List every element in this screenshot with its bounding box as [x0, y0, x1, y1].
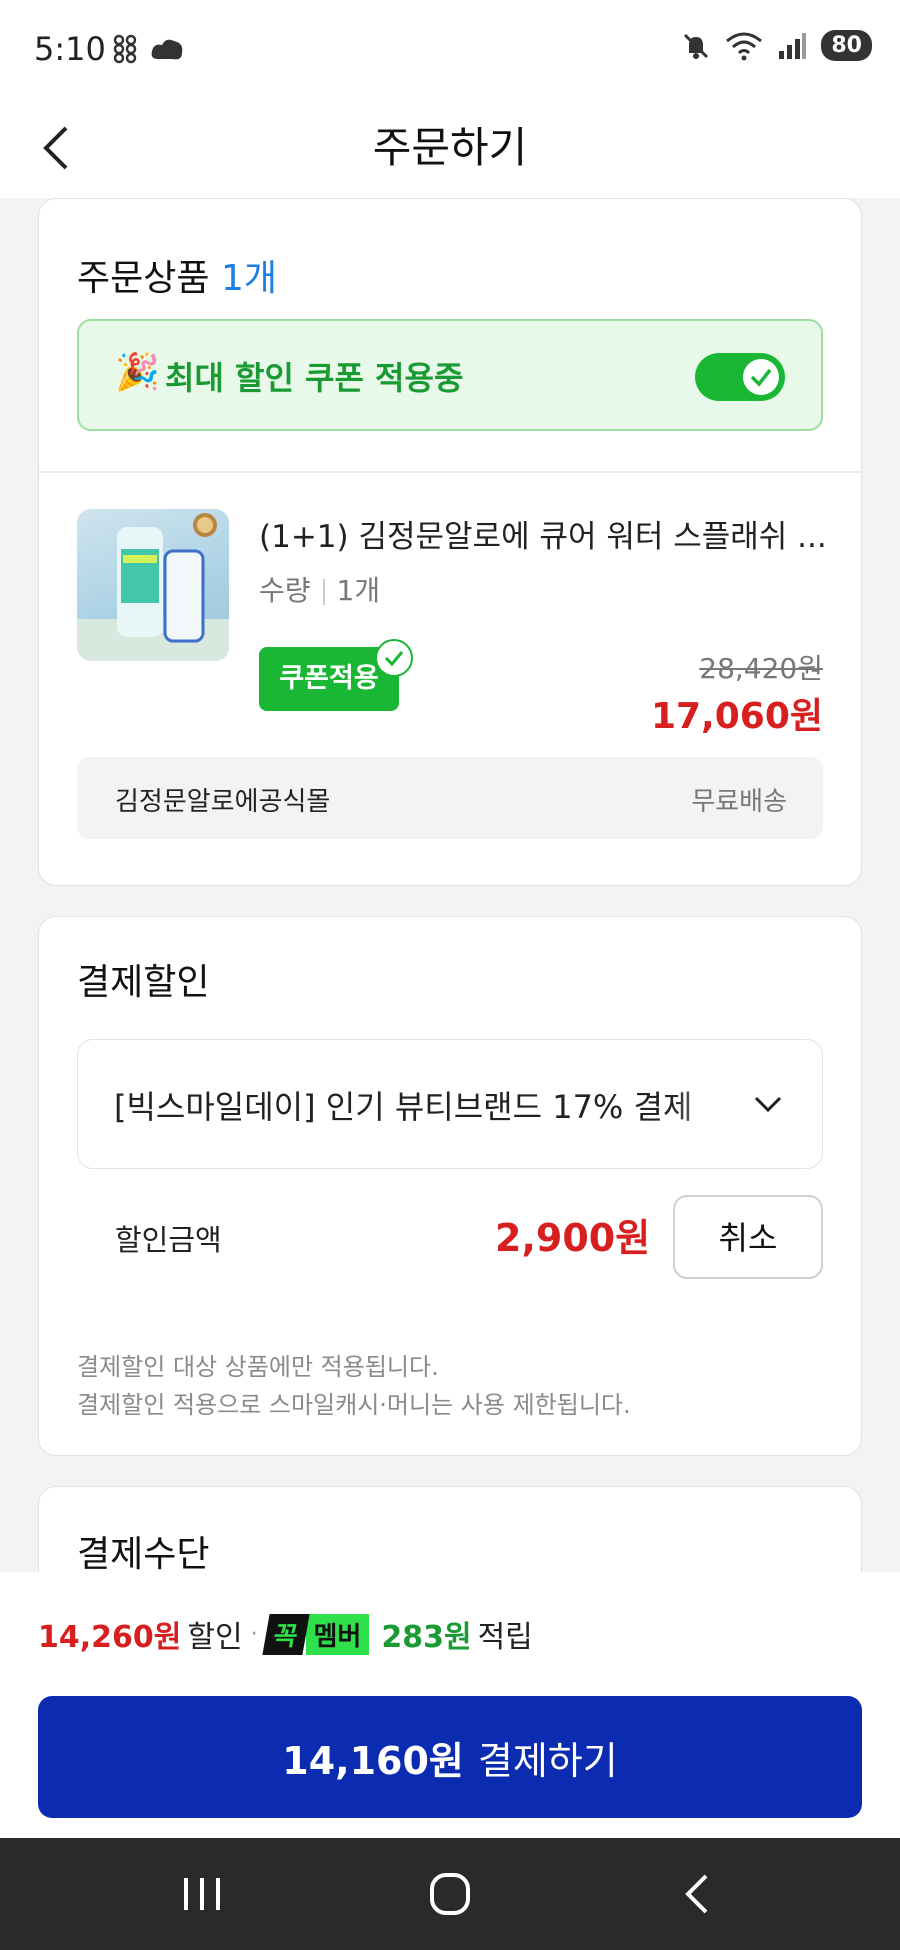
shipping-info: 무료배송: [691, 787, 787, 817]
payment-discount-card: 결제할인 [빅스마일데이] 인기 뷰티브랜드 17% 결제 할인금액 2,900…: [38, 916, 862, 1456]
product-image: [77, 513, 229, 661]
page-title: 주문하기: [372, 123, 528, 172]
status-bar: 5:10 80: [0, 0, 900, 100]
discount-title: 결제할인: [77, 962, 210, 1003]
order-count: 1개: [220, 258, 277, 299]
seller-row: 김정문알로에공식몰 무료배송: [77, 757, 823, 839]
divider: [39, 471, 861, 473]
select-fade: [672, 1040, 752, 1168]
reward-points: 283원: [381, 1620, 472, 1655]
sale-price: 17,060원: [650, 696, 823, 737]
toggle-knob: [743, 359, 779, 395]
points-word: 적립: [477, 1620, 533, 1655]
mute-icon: [684, 33, 709, 59]
coupon-toggle[interactable]: [695, 353, 785, 401]
status-left-icons: [112, 34, 186, 64]
pay-label: 결제하기: [477, 1738, 618, 1783]
coupon-banner-text: 최대 할인 쿠폰 적용중: [165, 359, 464, 397]
discount-word: 할인: [187, 1620, 243, 1655]
app-header: 주문하기: [0, 100, 900, 198]
discount-amount-label: 할인금액: [115, 1223, 222, 1257]
member-badge-k: 꼭: [261, 1613, 310, 1655]
discount-select[interactable]: [빅스마일데이] 인기 뷰티브랜드 17% 결제: [77, 1039, 823, 1169]
checkout-summary: 14,260원 할인 · 꼭 멤버 283원 적립: [38, 1612, 533, 1656]
battery-indicator: 80: [821, 30, 872, 61]
home-icon[interactable]: [420, 1868, 480, 1920]
checkout-bar: 14,260원 할인 · 꼭 멤버 283원 적립 14,160원 결제하기: [0, 1572, 900, 1838]
signal-icon: [779, 32, 807, 59]
order-title: 주문상품 1개: [77, 249, 277, 301]
qty-value: 1개: [336, 574, 381, 607]
discount-amount: 2,900원: [495, 1216, 651, 1260]
recent-apps-icon[interactable]: [172, 1868, 232, 1920]
app-icon: [113, 34, 137, 64]
cloud-icon: [151, 39, 183, 60]
total-discount: 14,260원: [38, 1620, 182, 1655]
member-badge: 꼭 멤버: [261, 1613, 370, 1655]
discount-note-2: 결제할인 적용으로 스마일캐시·머니는 사용 제한됩니다.: [77, 1391, 631, 1419]
check-icon: [750, 368, 772, 387]
discount-select-value: [빅스마일데이] 인기 뷰티브랜드 17% 결제: [114, 1088, 693, 1126]
party-icon: 🎉: [115, 352, 160, 393]
status-right-icons: 80: [681, 30, 872, 61]
product-quantity: 수량 1개: [259, 569, 380, 609]
back-icon[interactable]: [668, 1868, 728, 1920]
badge-check-icon: [375, 639, 413, 677]
qty-label: 수량: [259, 574, 311, 607]
original-price: 28,420원: [699, 652, 823, 685]
product-name[interactable]: (1+1) 김정문알로에 큐어 워터 스플래쉬 ...: [259, 511, 827, 556]
system-nav-bar: [0, 1838, 900, 1950]
product-thumbnail[interactable]: [77, 509, 229, 661]
coupon-banner: 🎉 최대 할인 쿠폰 적용중: [77, 319, 823, 431]
wifi-icon: [726, 32, 763, 60]
member-badge-label: 멤버: [305, 1613, 370, 1655]
status-time: 5:10: [34, 30, 106, 68]
chevron-down-icon: [754, 1096, 782, 1113]
qty-separator: [322, 579, 325, 605]
discount-note-1: 결제할인 대상 상품에만 적용됩니다.: [77, 1353, 439, 1381]
pay-amount: 14,160원: [282, 1738, 464, 1783]
order-products-card: 주문상품 1개 🎉 최대 할인 쿠폰 적용중 (1+1) 김정문알로에 큐어 워…: [38, 198, 862, 886]
payment-method-title: 결제수단: [77, 1534, 210, 1575]
order-title-label: 주문상품: [77, 258, 210, 299]
seller-name: 김정문알로에공식몰: [115, 787, 331, 817]
separator-dot: ·: [250, 1621, 258, 1647]
pay-button[interactable]: 14,160원 결제하기: [38, 1696, 862, 1818]
cancel-discount-button[interactable]: 취소: [673, 1195, 823, 1279]
